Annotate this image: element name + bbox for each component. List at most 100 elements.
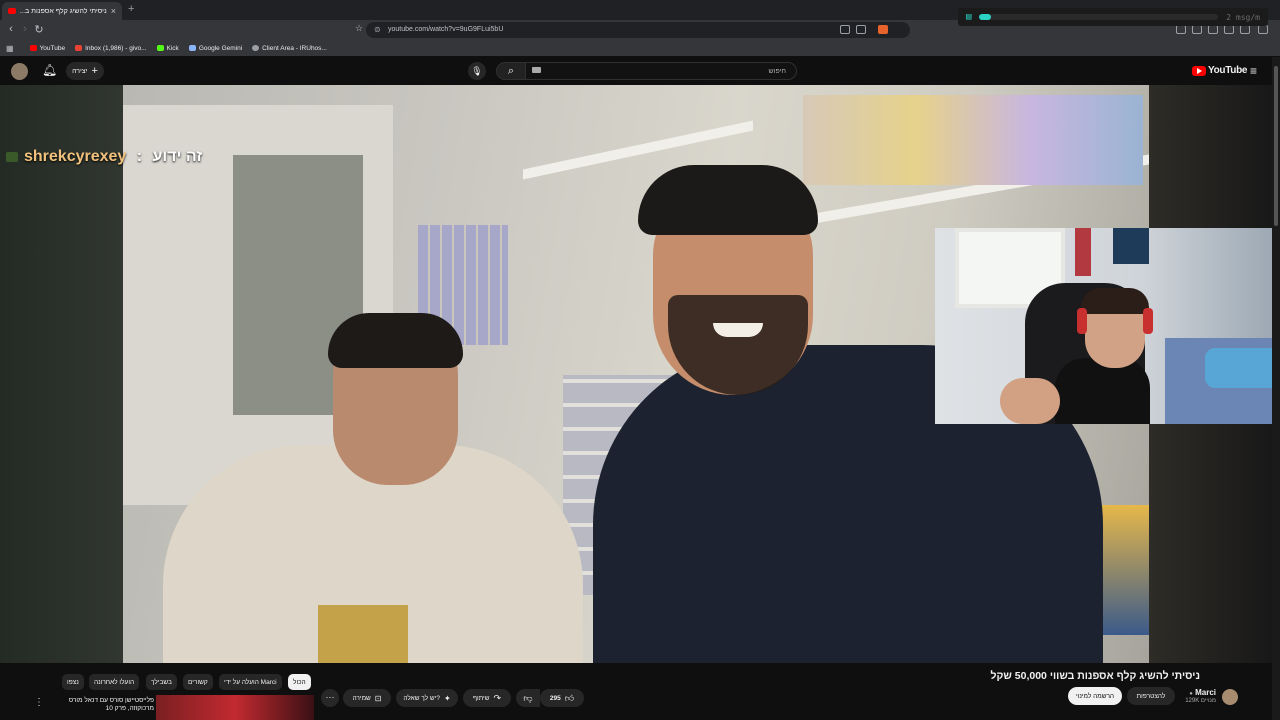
streamer-webcam-overlay: [935, 228, 1272, 424]
share-button[interactable]: שיתוף ↷: [463, 689, 511, 707]
forward-icon[interactable]: ›: [18, 23, 32, 35]
channel-name-text: Marci: [1195, 688, 1216, 697]
brave-shield-icon[interactable]: [878, 25, 888, 34]
webcam-poster-blue: [1113, 228, 1149, 264]
create-button[interactable]: יצירה +: [66, 62, 104, 80]
youtube-favicon-icon: [8, 8, 16, 14]
like-button[interactable]: 295 👍︎: [540, 689, 584, 707]
address-bar[interactable]: ⊜ youtube.com/watch?v=9uG9FLui5bU: [366, 22, 910, 38]
save-button[interactable]: שמירה ⊡: [343, 689, 391, 707]
chat-message-overlay: shrekcyrexey : זה ידוע: [6, 148, 202, 166]
chip-for-you[interactable]: בשבילך: [146, 674, 177, 690]
channel-avatar[interactable]: [1222, 689, 1238, 705]
save-playlist-icon: ⊡: [374, 693, 382, 703]
bookmark-label: YouTube: [39, 44, 66, 52]
share-arrow-icon: ↷: [493, 692, 502, 703]
recommended-video[interactable]: פלייסטיישן סורס עם דנאל מורס מרכוקוזה, פ…: [56, 695, 314, 720]
notifications-bell-icon[interactable]: 🔔︎: [42, 63, 57, 77]
chat-user-badge-icon: [6, 152, 18, 162]
close-tab-icon[interactable]: ×: [111, 6, 116, 16]
tab-title: ניסיתי להשיג קלף אספנות ב...: [20, 7, 107, 15]
account-avatar[interactable]: [11, 63, 28, 80]
streamer-hair: [1081, 288, 1149, 314]
chat-message-text: זה ידוע: [152, 148, 203, 165]
kick-bookmark-icon: [156, 45, 164, 51]
share-label: שיתוף: [472, 694, 490, 702]
address-url: youtube.com/watch?v=9uG9FLui5bU: [388, 26, 504, 33]
chat-rate-text: 2 msg/m: [1226, 12, 1260, 22]
thumbs-down-icon: 👎︎: [523, 692, 533, 703]
video-player[interactable]: shrekcyrexey : זה ידוע: [0, 85, 1272, 663]
gmail-bookmark-icon: [75, 45, 83, 51]
youtube-header: 🔔︎ יצירה + 🎙︎ ⌕ חיפוש YouTube ≡: [0, 57, 1280, 85]
chip-related[interactable]: קשורים: [183, 674, 213, 690]
bookmark-kick[interactable]: Kick: [156, 44, 179, 52]
chat-separator: :: [132, 148, 147, 165]
profile-icon[interactable]: [1240, 25, 1250, 34]
youtube-logo[interactable]: YouTube: [1192, 65, 1248, 76]
new-tab-button[interactable]: +: [128, 3, 134, 15]
thumbs-up-icon: 👍︎: [564, 692, 575, 703]
video-letterbox-left: [0, 85, 123, 663]
globe-bookmark-icon: [252, 45, 260, 51]
apps-grid-icon[interactable]: ▦: [6, 44, 14, 53]
streamer-shirt: [1055, 358, 1150, 424]
chip-recent[interactable]: הועלו לאחרונה: [89, 674, 140, 690]
bookmark-client-area[interactable]: Client Area - IRUhos...: [252, 45, 327, 52]
gemini-bookmark-icon: [188, 45, 196, 51]
scrollbar-thumb[interactable]: [1274, 66, 1278, 226]
extension-icon-1[interactable]: [1176, 25, 1186, 34]
browser-tab[interactable]: ניסיתי להשיג קלף אספנות ב... ×: [2, 2, 122, 20]
recommended-video-title: פלייסטיישן סורס עם דנאל מורס מרכוקוזה, פ…: [68, 697, 154, 712]
keyboard-icon[interactable]: [532, 67, 541, 73]
install-app-icon[interactable]: [856, 25, 866, 34]
bookmark-label: Inbox (1,986) - givo...: [85, 44, 147, 52]
translate-icon[interactable]: [840, 25, 850, 34]
chip-watched[interactable]: נצפו: [62, 674, 84, 690]
bookmark-youtube[interactable]: YouTube: [29, 44, 66, 52]
below-video-section: ניסיתי להשיג קלף אספנות בשווי 50,000 שקל…: [0, 663, 1272, 720]
person-right-smile: [713, 323, 763, 337]
more-actions-button[interactable]: ···: [321, 689, 339, 707]
collectibles-shelf: [803, 95, 1143, 185]
voice-search-icon[interactable]: 🎙︎: [468, 62, 486, 80]
person-left-hair: [328, 313, 463, 368]
extension-icon-2[interactable]: [1192, 25, 1202, 34]
dislike-button[interactable]: 👎︎: [516, 689, 540, 707]
back-icon[interactable]: ‹: [4, 23, 18, 35]
create-label: יצירה: [72, 67, 88, 75]
chip-all[interactable]: הכול: [288, 674, 311, 690]
recommended-video-thumbnail[interactable]: [156, 695, 314, 720]
extensions-puzzle-icon[interactable]: [1224, 25, 1234, 34]
streamer-arm: [1000, 378, 1060, 424]
youtube-play-logo-icon: [1192, 65, 1206, 76]
bookmark-gemini[interactable]: Google Gemini: [188, 45, 242, 52]
bookmark-gmail[interactable]: Inbox (1,986) - givo...: [75, 44, 147, 52]
site-info-icon[interactable]: ⊜: [374, 25, 381, 34]
chat-rate-widget: ▤ 2 msg/m: [958, 8, 1268, 26]
search-placeholder: חיפוש: [768, 68, 786, 75]
bookmark-star-icon[interactable]: ☆: [352, 23, 366, 34]
search-icon: ⌕: [507, 65, 515, 77]
ask-button[interactable]: יש לך שאלה? ✦: [396, 689, 458, 707]
chat-bubble-icon: ▤: [966, 12, 972, 22]
search-input[interactable]: חיפוש: [525, 62, 797, 80]
guide-menu-icon[interactable]: ≡: [1250, 64, 1257, 78]
chat-rate-track: [979, 14, 1219, 20]
sparkle-icon: ✦: [443, 693, 451, 703]
search-button[interactable]: ⌕: [496, 62, 526, 80]
subscribe-button[interactable]: הרשמה למינוי: [1068, 687, 1122, 705]
headphones-icon: [1077, 308, 1087, 334]
bookmark-label: Kick: [166, 44, 179, 52]
ask-label: יש לך שאלה?: [403, 694, 440, 702]
channel-name[interactable]: ● Marci: [1186, 688, 1216, 697]
extension-icon-3[interactable]: [1208, 25, 1218, 34]
person-right-hair: [638, 165, 818, 235]
chat-rate-fill: [979, 14, 992, 20]
chip-uploaded-by[interactable]: הועלה על ידי Marci: [219, 674, 282, 690]
bookmark-label: Client Area - IRUhos...: [262, 44, 327, 52]
reload-icon[interactable]: ↻: [32, 23, 46, 36]
recommendation-menu-icon[interactable]: ⋮: [34, 697, 44, 708]
browser-menu-icon[interactable]: [1258, 25, 1268, 34]
join-button[interactable]: להצטרפות: [1127, 687, 1175, 705]
